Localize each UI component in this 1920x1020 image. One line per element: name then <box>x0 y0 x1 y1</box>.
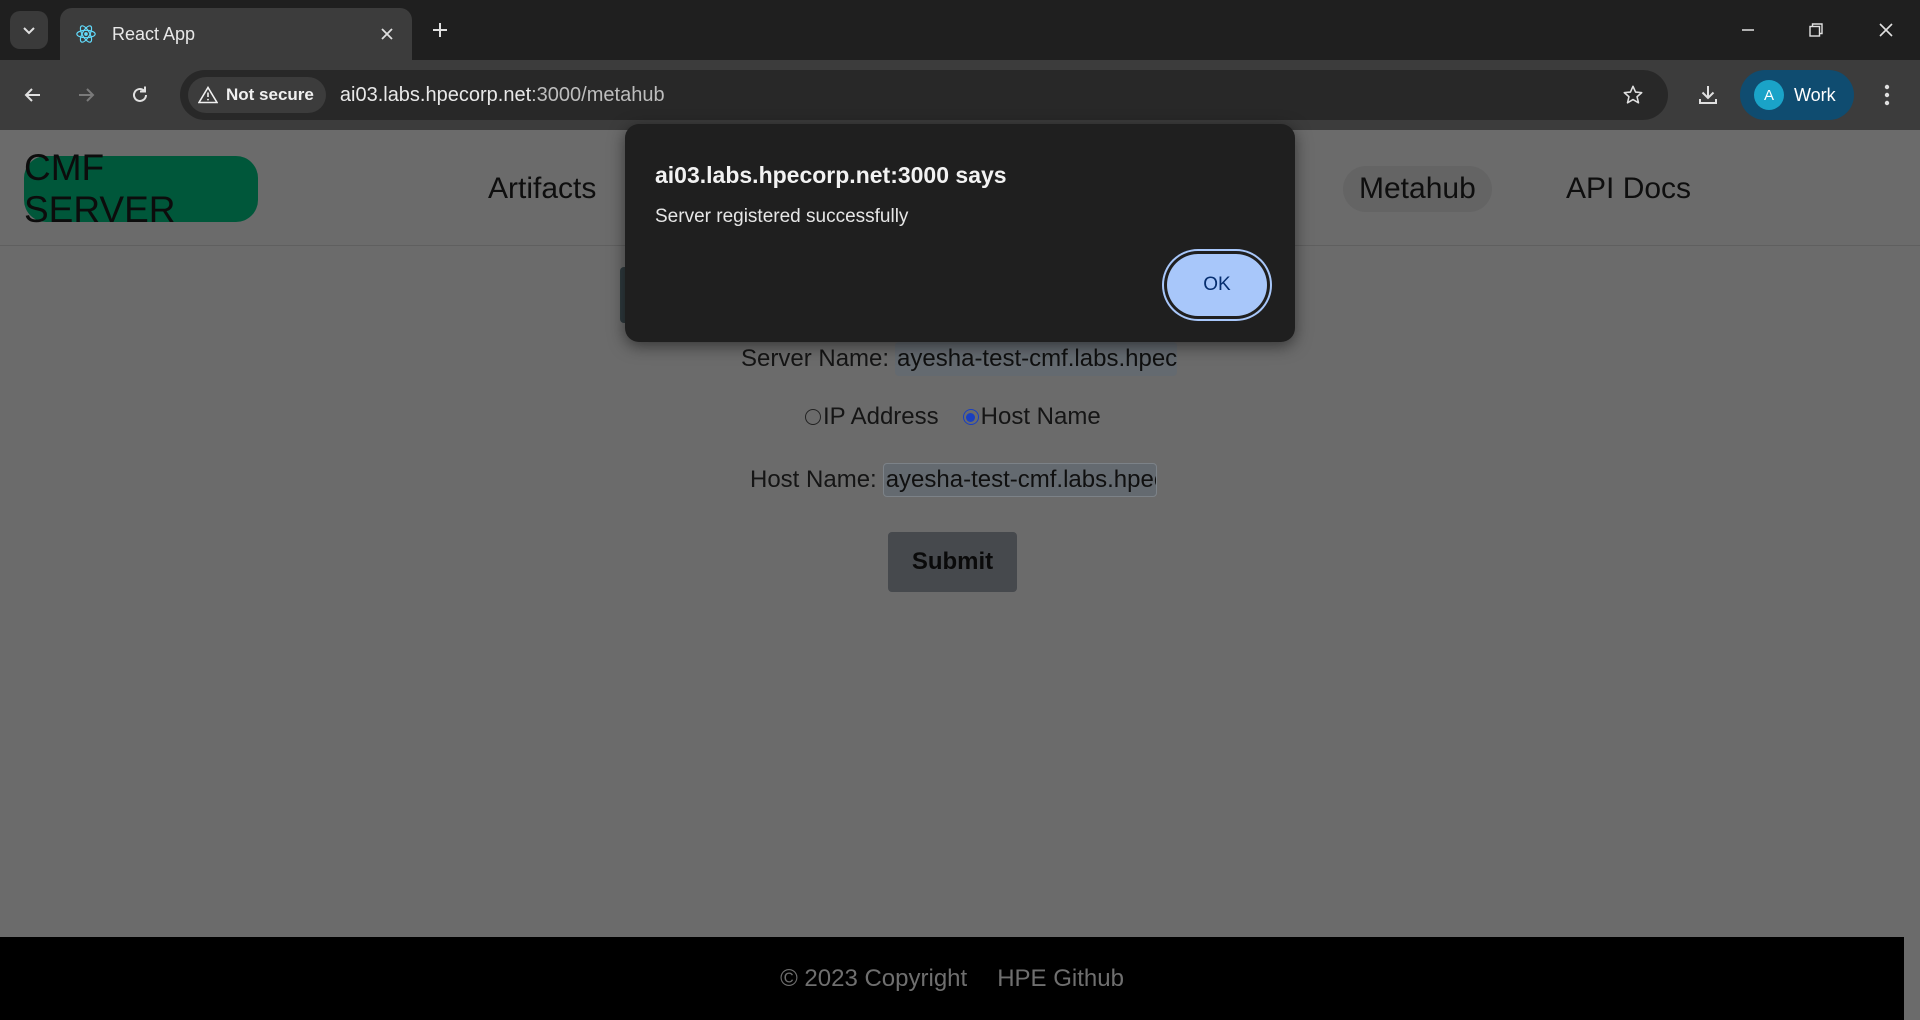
restore-icon <box>1809 23 1823 37</box>
profile-label: Work <box>1794 84 1836 105</box>
tab-search-button[interactable] <box>10 11 48 49</box>
host-name-label: Host Name: <box>750 466 877 493</box>
arrow-left-icon <box>24 88 40 102</box>
alert-dialog: ai03.labs.hpecorp.net:3000 says Server r… <box>625 124 1295 342</box>
downloads-button[interactable] <box>1690 77 1726 113</box>
github-link[interactable]: HPE Github <box>997 965 1124 993</box>
ip-address-label: IP Address <box>823 403 939 430</box>
nav-link-api-docs[interactable]: API Docs <box>1566 166 1691 212</box>
copyright-text: © 2023 Copyright <box>780 964 968 992</box>
browser-tab[interactable]: React App <box>60 8 412 60</box>
dialog-message: Server registered successfully <box>655 206 909 227</box>
more-vertical-icon <box>1884 84 1890 106</box>
submit-button[interactable]: Submit <box>888 532 1017 592</box>
back-button[interactable] <box>14 76 52 114</box>
security-indicator[interactable]: Not secure <box>188 77 326 113</box>
restore-button[interactable] <box>1792 12 1840 48</box>
dialog-title: ai03.labs.hpecorp.net:3000 says <box>655 162 1007 188</box>
brand-logo[interactable]: CMF SERVER <box>24 147 258 230</box>
footer: © 2023 Copyright HPE Github <box>0 937 1904 1020</box>
minimize-button[interactable] <box>1724 12 1772 48</box>
browser-toolbar: Not secure ai03.labs.hpecorp.net:3000/me… <box>0 60 1920 130</box>
react-logo-icon <box>74 22 98 46</box>
minimize-icon <box>1742 29 1754 31</box>
url-host: ai03.labs.hpecorp.net <box>339 83 532 106</box>
scrollbar-strip <box>1904 937 1920 1020</box>
plus-icon <box>433 23 447 37</box>
bookmark-star-icon[interactable] <box>1618 80 1648 110</box>
close-icon <box>1879 23 1893 37</box>
security-label: Not secure <box>226 85 314 104</box>
arrow-right-icon <box>79 88 95 102</box>
browser-menu-button[interactable] <box>1872 77 1902 113</box>
address-bar[interactable]: Not secure ai03.labs.hpecorp.net:3000/me… <box>180 70 1668 120</box>
nav-link-artifacts[interactable]: Artifacts <box>488 166 596 212</box>
forward-button[interactable] <box>67 76 105 114</box>
download-icon <box>1699 86 1717 104</box>
close-window-button[interactable] <box>1862 12 1910 48</box>
tab-title: React App <box>112 23 196 44</box>
ok-button[interactable]: OK <box>1167 254 1267 316</box>
host-name-radio[interactable] <box>962 409 979 425</box>
server-name-label: Server Name: <box>741 345 890 372</box>
reload-icon <box>133 86 147 102</box>
new-tab-button[interactable] <box>424 14 456 46</box>
ip-address-radio[interactable] <box>805 409 821 425</box>
tab-close-icon[interactable] <box>376 23 398 45</box>
url-path: :3000/metahub <box>531 83 665 106</box>
profile-button[interactable]: A Work <box>1740 70 1854 120</box>
address-type-radio-group: IP Address Host Name <box>805 403 1101 431</box>
browser-tab-bar: React App <box>0 0 1920 60</box>
avatar: A <box>1754 80 1784 110</box>
warning-icon <box>198 86 218 104</box>
server-name-row: Server Name: ayesha-test-cmf.labs.hpec <box>741 342 1178 376</box>
chevron-down-icon <box>23 27 35 35</box>
reload-button[interactable] <box>121 76 159 114</box>
nav-link-metahub[interactable]: Metahub <box>1343 166 1492 212</box>
server-name-input[interactable]: ayesha-test-cmf.labs.hpec <box>895 342 1178 376</box>
host-name-input[interactable]: ayesha-test-cmf.labs.hpec <box>882 463 1157 497</box>
host-name-row: Host Name: ayesha-test-cmf.labs.hpec <box>750 463 1157 497</box>
host-name-radio-label: Host Name <box>980 403 1101 430</box>
url-text: ai03.labs.hpecorp.net:3000/metahub <box>340 84 665 107</box>
